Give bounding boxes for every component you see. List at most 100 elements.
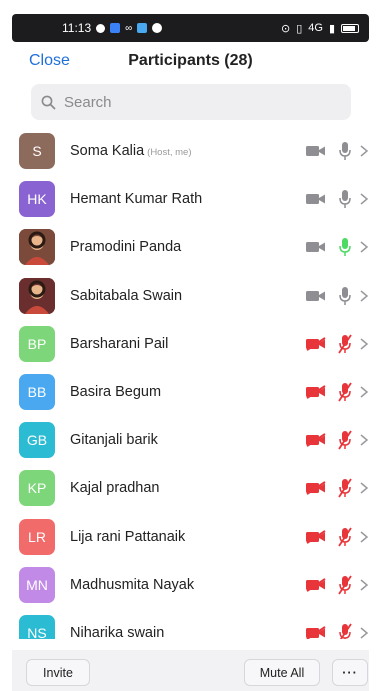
participant-avatar: LR: [19, 518, 55, 555]
video-muted-icon: [306, 529, 326, 544]
participant-status-icons: [305, 237, 369, 257]
participant-list: S Soma Kalia (Host, me) HK Hemant Kumar Rath…: [12, 127, 369, 639]
participant-name: Soma Kalia (Host, me): [70, 143, 192, 159]
participant-status-icons: [305, 623, 369, 639]
video-off-icon: [306, 146, 325, 157]
participant-avatar: MN: [19, 566, 55, 603]
participant-status-icons: [305, 286, 369, 306]
mic-muted-icon: [338, 478, 352, 498]
chevron-right-icon[interactable]: [359, 433, 369, 447]
participant-photo-avatar: [19, 229, 55, 266]
mic-off-icon: [339, 142, 351, 161]
participant-row[interactable]: LR Lija rani Pattanaik: [12, 513, 369, 561]
participant-row[interactable]: GB Gitanjali barik: [12, 416, 369, 464]
chevron-right-icon[interactable]: [359, 385, 369, 399]
participant-name: Lija rani Pattanaik: [70, 529, 185, 545]
participant-name-text: Barsharani Pail: [70, 335, 169, 352]
participant-row[interactable]: MN Madhusmita Nayak: [12, 561, 369, 609]
bottom-bar: Invite Mute All ···: [12, 650, 369, 691]
zoom-notification-icon: [137, 23, 148, 33]
participant-row[interactable]: KP Kajal pradhan: [12, 464, 369, 512]
participant-status-icons: [305, 430, 369, 450]
participant-row[interactable]: BB Basira Begum: [12, 368, 369, 416]
phone-screen: 11:13 ∞ ⊙ ▯ 4G ▮ Close Participants (28)…: [0, 0, 381, 691]
participant-row[interactable]: Sabitabala Swain: [12, 272, 369, 320]
chevron-right-icon[interactable]: [359, 192, 369, 206]
participant-avatar: NS: [19, 614, 55, 639]
chevron-right-icon[interactable]: [359, 144, 369, 158]
mic-muted-icon: [338, 430, 352, 450]
participant-status-icons: [305, 575, 369, 595]
participant-row[interactable]: BP Barsharani Pail: [12, 320, 369, 368]
mic-muted-icon: [339, 623, 352, 639]
chevron-right-icon[interactable]: [359, 337, 369, 351]
video-muted-icon: [306, 433, 326, 448]
battery-icon: [341, 23, 359, 33]
participant-name: Hemant Kumar Rath: [70, 191, 202, 207]
participant-avatar: GB: [19, 422, 55, 459]
participant-avatar: HK: [19, 181, 55, 218]
signal-icon: ▮: [328, 22, 335, 35]
participant-row[interactable]: NS Niharika swain: [12, 609, 369, 639]
participant-name-text: Niharika swain: [70, 624, 165, 639]
chevron-right-icon[interactable]: [359, 481, 369, 495]
participant-name: Basira Begum: [70, 384, 161, 400]
participant-name-text: Gitanjali barik: [70, 432, 158, 449]
participant-status-icons: [305, 382, 369, 402]
participant-name-text: Madhusmita Nayak: [70, 576, 195, 593]
participant-name-text: Sabitabala Swain: [70, 287, 183, 304]
participant-name: Pramodini Panda: [70, 239, 181, 255]
mute-all-button[interactable]: Mute All: [244, 659, 320, 686]
participant-name-text: Basira Begum: [70, 384, 162, 401]
search-input[interactable]: [64, 93, 324, 111]
status-bar: 11:13 ∞ ⊙ ▯ 4G ▮: [12, 14, 369, 42]
invite-button[interactable]: Invite: [26, 659, 90, 686]
profile-photo: [19, 229, 55, 266]
vibrate-icon: ▯: [296, 22, 303, 35]
video-off-icon: [306, 194, 325, 205]
more-options-button[interactable]: ···: [332, 659, 368, 686]
participant-status-icons: [305, 527, 369, 547]
participant-name: Niharika swain: [70, 625, 164, 639]
chevron-right-icon[interactable]: [359, 578, 369, 592]
participant-role-note: (Host, me): [147, 147, 192, 159]
participant-row[interactable]: HK Hemant Kumar Rath: [12, 175, 369, 223]
participant-name-text: Soma Kalia: [70, 143, 145, 160]
page-title: Participants (28): [128, 52, 253, 69]
chevron-right-icon[interactable]: [359, 626, 369, 639]
participant-avatar: BP: [19, 325, 55, 362]
video-muted-icon: [306, 385, 326, 399]
search-bar[interactable]: [31, 84, 351, 120]
video-off-icon: [306, 290, 325, 301]
whatsapp-icon: [96, 23, 106, 33]
participant-photo-avatar: [19, 277, 55, 314]
participant-row[interactable]: Pramodini Panda: [12, 223, 369, 271]
chat-icon: [152, 23, 163, 33]
mic-off-icon: [339, 190, 351, 209]
mic-muted-icon: [338, 334, 352, 354]
participant-name-text: Lija rani Pattanaik: [70, 528, 186, 545]
signal-text: 4G: [308, 22, 323, 34]
chevron-right-icon[interactable]: [359, 240, 369, 254]
chevron-right-icon[interactable]: [359, 289, 369, 303]
header: Close Participants (28): [12, 42, 369, 80]
mic-muted-icon: [338, 382, 352, 402]
alarm-icon: ⊙: [280, 22, 291, 35]
mic-muted-icon: [338, 575, 352, 595]
video-off-icon: [306, 242, 325, 253]
video-muted-icon: [306, 481, 326, 496]
participant-avatar: KP: [19, 470, 55, 507]
participant-row[interactable]: S Soma Kalia (Host, me): [12, 127, 369, 175]
link-icon: ∞: [125, 22, 133, 34]
video-muted-icon: [306, 577, 326, 592]
participant-name: Sabitabala Swain: [70, 288, 182, 304]
mic-active-icon: [339, 238, 351, 257]
video-muted-icon: [306, 626, 326, 639]
participant-avatar: BB: [19, 374, 55, 411]
status-time: 11:13: [62, 21, 92, 35]
participant-status-icons: [305, 189, 369, 209]
mic-off-icon: [339, 286, 351, 305]
participant-status-icons: [305, 334, 369, 354]
search-icon: [41, 95, 56, 109]
chevron-right-icon[interactable]: [359, 530, 369, 544]
